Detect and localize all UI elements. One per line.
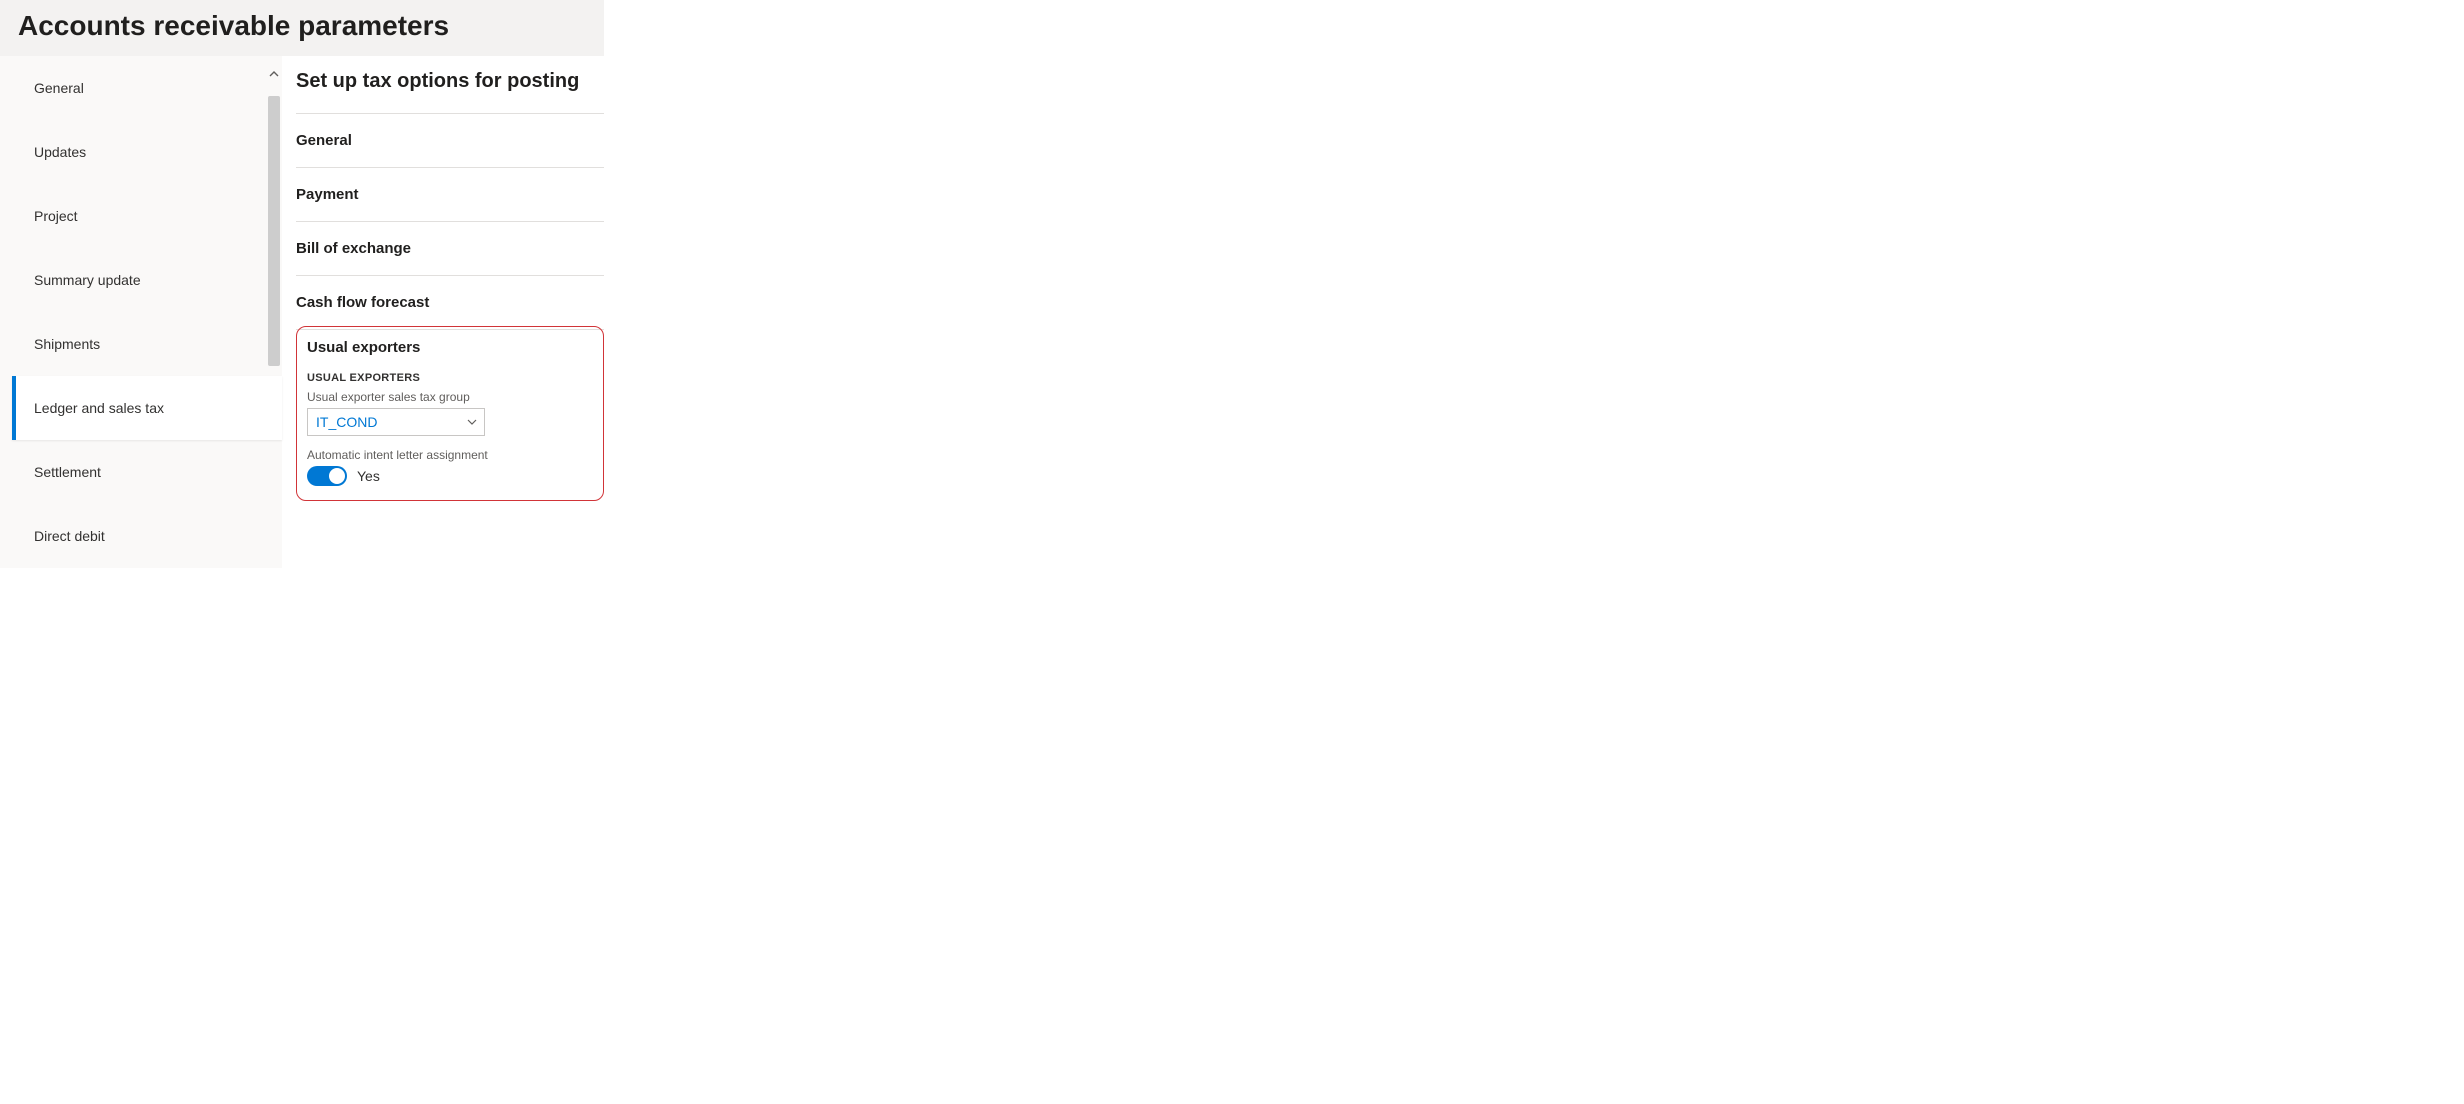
sidebar-item-general[interactable]: General — [12, 56, 282, 120]
scroll-thumb[interactable] — [268, 96, 280, 366]
sidebar-item-label: Updates — [34, 144, 86, 160]
page-header: Accounts receivable parameters — [0, 0, 604, 56]
section-usual-exporters[interactable]: Usual exporters — [307, 339, 593, 372]
section-label: Bill of exchange — [296, 240, 411, 257]
sidebar-item-label: Settlement — [34, 464, 101, 480]
sidebar-item-direct-debit[interactable]: Direct debit — [12, 504, 282, 568]
sidebar-item-label: Shipments — [34, 336, 100, 352]
section-general[interactable]: General — [296, 113, 604, 167]
sidebar: General Updates Project Summary update S… — [0, 56, 282, 568]
sidebar-item-summary-update[interactable]: Summary update — [12, 248, 282, 312]
sidebar-item-project[interactable]: Project — [12, 184, 282, 248]
section-label: General — [296, 132, 352, 149]
toggle-value: Yes — [357, 468, 380, 484]
sidebar-item-label: Project — [34, 208, 78, 224]
content-title: Set up tax options for posting — [296, 70, 604, 93]
page-title: Accounts receivable parameters — [18, 10, 586, 42]
section-label: Usual exporters — [307, 339, 420, 356]
label-auto-intent: Automatic intent letter assignment — [307, 448, 593, 462]
section-cash-flow-forecast[interactable]: Cash flow forecast — [296, 275, 604, 330]
toggle-row-auto-intent: Yes — [307, 466, 593, 486]
content-pane: Set up tax options for posting General P… — [282, 56, 604, 568]
section-label: Cash flow forecast — [296, 294, 429, 311]
toggle-auto-intent[interactable] — [307, 466, 347, 486]
chevron-up-icon — [269, 69, 279, 79]
section-bill-of-exchange[interactable]: Bill of exchange — [296, 221, 604, 275]
sidebar-item-label: General — [34, 80, 84, 96]
sidebar-item-label: Ledger and sales tax — [34, 400, 164, 416]
chevron-down-icon — [466, 416, 478, 428]
label-tax-group: Usual exporter sales tax group — [307, 390, 593, 404]
sidebar-item-settlement[interactable]: Settlement — [12, 440, 282, 504]
sidebar-item-label: Direct debit — [34, 528, 105, 544]
dropdown-value: IT_COND — [316, 414, 377, 430]
sidebar-item-ledger-sales-tax[interactable]: Ledger and sales tax — [12, 376, 282, 440]
app-frame: Accounts receivable parameters General U… — [0, 0, 604, 568]
sidebar-item-updates[interactable]: Updates — [12, 120, 282, 184]
sidebar-item-label: Summary update — [34, 272, 141, 288]
sidebar-scrollbar[interactable] — [266, 66, 282, 586]
page-body: General Updates Project Summary update S… — [0, 56, 604, 568]
dropdown-tax-group[interactable]: IT_COND — [307, 408, 485, 436]
section-payment[interactable]: Payment — [296, 167, 604, 221]
group-header-usual-exporters: USUAL EXPORTERS — [307, 372, 593, 384]
scroll-up-button[interactable] — [266, 66, 282, 82]
sidebar-item-shipments[interactable]: Shipments — [12, 312, 282, 376]
section-label: Payment — [296, 186, 359, 203]
usual-exporters-highlight: Usual exporters USUAL EXPORTERS Usual ex… — [296, 326, 604, 501]
